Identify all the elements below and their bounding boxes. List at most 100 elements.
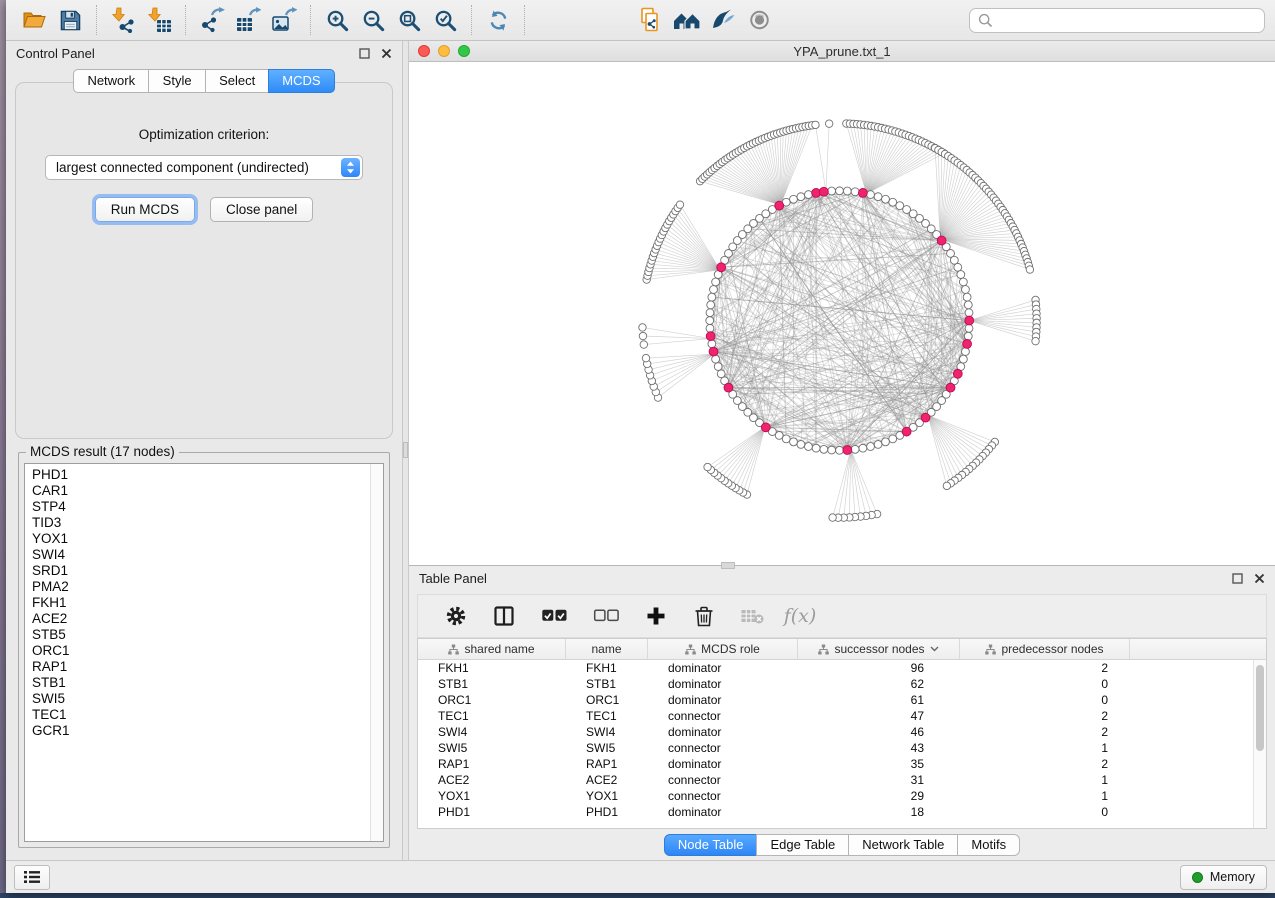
mcds-hub-node[interactable] [937, 236, 946, 245]
ring-node[interactable] [851, 445, 859, 453]
mcds-hub-node[interactable] [963, 340, 972, 349]
mcds-list-scrollbar[interactable] [370, 464, 383, 841]
ring-node[interactable] [708, 293, 716, 301]
tab-network-table[interactable]: Network Table [848, 834, 958, 856]
column-header-name[interactable]: name [566, 639, 648, 659]
tab-network[interactable]: Network [73, 69, 149, 93]
memory-button[interactable]: Memory [1180, 865, 1267, 890]
mcds-hub-node[interactable] [706, 332, 715, 341]
horizontal-splitter-handle[interactable] [721, 562, 735, 569]
mcds-result-item[interactable]: ORC1 [32, 643, 370, 659]
scrollbar-thumb[interactable] [1256, 665, 1264, 751]
mcds-result-item[interactable]: STP4 [32, 499, 370, 515]
ring-node[interactable] [964, 332, 972, 340]
mcds-result-item[interactable]: PMA2 [32, 579, 370, 595]
delete-table-button[interactable] [737, 600, 767, 632]
ring-node[interactable] [882, 195, 890, 203]
network-graph[interactable] [409, 62, 1275, 565]
criterion-select[interactable]: largest connected component (undirected) [45, 155, 363, 180]
ring-node[interactable] [963, 293, 971, 301]
window-minimize-button[interactable] [438, 45, 450, 57]
mcds-hub-node[interactable] [965, 316, 974, 325]
save-session-button[interactable] [54, 3, 86, 37]
mcds-hub-node[interactable] [717, 263, 726, 272]
table-vertical-scrollbar[interactable] [1253, 660, 1266, 828]
leaf-node[interactable] [639, 324, 646, 331]
column-header-shared-name[interactable]: shared name [418, 639, 566, 659]
leaf-node[interactable] [676, 201, 683, 208]
ring-node[interactable] [710, 286, 718, 294]
table-row[interactable]: STB1STB1dominator620 [418, 676, 1266, 692]
mcds-result-item[interactable]: SWI5 [32, 691, 370, 707]
leaf-node[interactable] [943, 482, 950, 489]
ring-node[interactable] [712, 278, 720, 286]
ring-node[interactable] [959, 278, 967, 286]
tab-node-table[interactable]: Node Table [664, 834, 758, 856]
mcds-result-item[interactable]: ACE2 [32, 611, 370, 627]
tab-edge-table[interactable]: Edge Table [756, 834, 849, 856]
mcds-result-item[interactable]: SWI4 [32, 547, 370, 563]
import-network-button[interactable] [107, 3, 139, 37]
window-close-button[interactable] [418, 45, 430, 57]
zoom-selected-button[interactable] [429, 3, 461, 37]
leaf-node[interactable] [642, 354, 649, 361]
ring-node[interactable] [965, 324, 973, 332]
delete-column-button[interactable] [689, 600, 719, 632]
float-table-panel-icon[interactable] [1232, 573, 1243, 584]
ring-node[interactable] [828, 187, 836, 195]
table-row[interactable]: ORC1ORC1dominator610 [418, 692, 1266, 708]
table-settings-button[interactable] [441, 600, 471, 632]
mcds-result-item[interactable]: YOX1 [32, 531, 370, 547]
mcds-result-item[interactable]: PHD1 [32, 467, 370, 483]
table-row[interactable]: FKH1FKH1dominator962 [418, 660, 1266, 676]
mcds-hub-node[interactable] [858, 188, 867, 197]
mcds-result-item[interactable]: SRD1 [32, 563, 370, 579]
export-network-button[interactable] [196, 3, 228, 37]
export-table-button[interactable] [232, 3, 264, 37]
ring-node[interactable] [962, 348, 970, 356]
create-column-button[interactable] [641, 600, 671, 632]
ring-node[interactable] [714, 363, 722, 371]
apply-layout-button[interactable] [482, 3, 514, 37]
ring-node[interactable] [805, 443, 813, 451]
leaf-node[interactable] [829, 514, 836, 521]
table-row[interactable]: SWI5SWI5connector431 [418, 740, 1266, 756]
run-mcds-button[interactable]: Run MCDS [95, 197, 195, 222]
column-header-mcds-role[interactable]: MCDS role [648, 639, 798, 659]
ring-node[interactable] [828, 446, 836, 454]
search-box[interactable] [969, 8, 1265, 33]
mcds-result-item[interactable]: STB5 [32, 627, 370, 643]
ring-node[interactable] [859, 444, 867, 452]
tab-motifs[interactable]: Motifs [957, 834, 1020, 856]
function-builder-button[interactable]: f(x) [785, 600, 815, 632]
ring-node[interactable] [812, 444, 820, 452]
leaf-node[interactable] [825, 120, 832, 127]
ring-node[interactable] [707, 301, 715, 309]
ring-node[interactable] [820, 445, 828, 453]
ring-node[interactable] [874, 193, 882, 201]
splitter-handle[interactable] [403, 442, 408, 458]
mcds-result-item[interactable]: CAR1 [32, 483, 370, 499]
table-row[interactable]: RAP1RAP1dominator352 [418, 756, 1266, 772]
panel-menu-button[interactable] [14, 865, 50, 890]
column-header-predecessor-nodes[interactable]: predecessor nodes [960, 639, 1130, 659]
leaf-node[interactable] [704, 463, 711, 470]
ring-node[interactable] [706, 309, 714, 317]
table-row[interactable]: TEC1TEC1connector472 [418, 708, 1266, 724]
mcds-result-item[interactable]: TEC1 [32, 707, 370, 723]
tab-select[interactable]: Select [205, 69, 269, 93]
ring-node[interactable] [964, 301, 972, 309]
mcds-hub-node[interactable] [709, 347, 718, 356]
mcds-hub-node[interactable] [843, 446, 852, 455]
ring-node[interactable] [805, 191, 813, 199]
mcds-result-item[interactable]: RAP1 [32, 659, 370, 675]
unselect-all-columns-button[interactable] [589, 600, 623, 632]
ring-node[interactable] [790, 438, 798, 446]
ring-node[interactable] [706, 324, 714, 332]
network-canvas[interactable] [409, 62, 1275, 565]
mcds-hub-node[interactable] [761, 423, 770, 432]
mcds-hub-node[interactable] [775, 201, 784, 210]
ring-node[interactable] [708, 340, 716, 348]
leaf-node[interactable] [1026, 266, 1033, 273]
export-image-button[interactable] [268, 3, 300, 37]
